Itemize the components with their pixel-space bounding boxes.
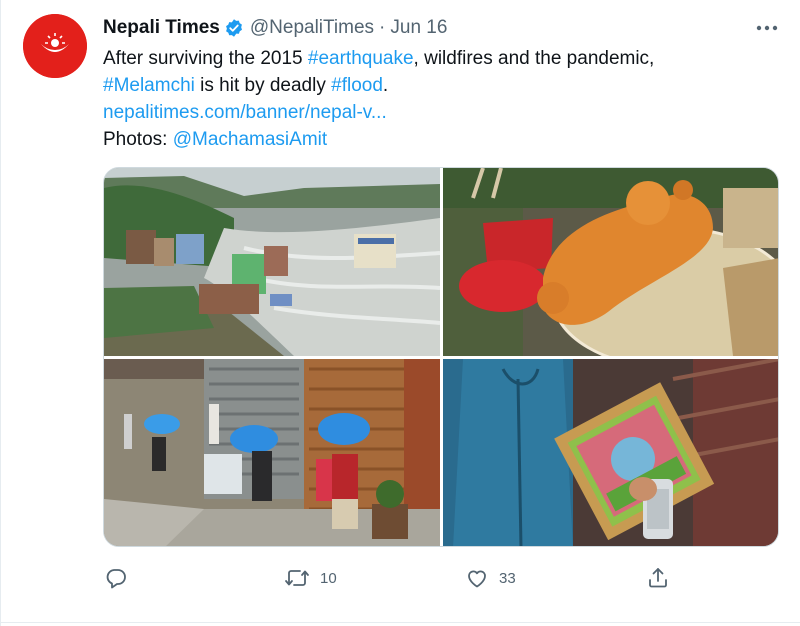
people-carrying-sacks-photo-icon [104, 359, 440, 546]
retweet-count: 10 [320, 569, 337, 587]
share-button[interactable] [646, 565, 680, 591]
flooded-town-photo-icon [104, 168, 440, 356]
author-name[interactable]: Nepali Times [103, 17, 220, 39]
reply-button[interactable] [104, 565, 138, 591]
tweet-text-line-4: Photos: @MachamasiAmit [103, 126, 783, 153]
text-segment: After surviving the 2015 [103, 48, 308, 69]
photo-flooded-town[interactable] [104, 168, 440, 356]
header-separator: · [379, 17, 386, 38]
photo-teddy-bear-debris[interactable] [443, 168, 778, 356]
heart-icon [468, 570, 486, 588]
hashtag-earthquake-link[interactable]: #earthquake [308, 48, 414, 69]
bottom-border [0, 622, 800, 623]
photographer-mention-link[interactable]: @MachamasiAmit [173, 129, 327, 150]
reply-icon [106, 569, 126, 589]
tweet-text-line-2: #Melamchi is hit by deadly #flood. [103, 72, 783, 99]
share-icon [649, 568, 667, 588]
tweet-text-line-3: nepalitimes.com/banner/nepal-v... [103, 99, 783, 126]
more-options-button[interactable] [752, 16, 782, 40]
media-grid [103, 167, 779, 547]
article-link[interactable]: nepalitimes.com/banner/nepal-v... [103, 102, 387, 123]
retweet-icon [285, 570, 309, 586]
hashtag-flood-link[interactable]: #flood [331, 75, 383, 96]
author-handle[interactable]: @NepaliTimes [250, 17, 374, 39]
tweet-date[interactable]: Jun 16 [390, 17, 447, 39]
retweet-button[interactable]: 10 [284, 565, 337, 591]
photo-people-carrying-sacks[interactable] [104, 359, 440, 546]
hashtag-melamchi-link[interactable]: #Melamchi [103, 75, 195, 96]
verified-badge-icon [224, 18, 244, 38]
tweet-header: Nepali Times @NepaliTimes · Jun 16 [103, 16, 447, 40]
avatar[interactable] [23, 14, 87, 78]
text-segment: , wildfires and the pandemic, [413, 48, 655, 69]
teddy-bear-debris-photo-icon [443, 168, 778, 356]
tweet-text-line-1: After surviving the 2015 #earthquake, wi… [103, 45, 783, 72]
text-segment: is hit by deadly [194, 75, 332, 96]
like-button[interactable]: 33 [465, 565, 516, 591]
tweet-text: After surviving the 2015 #earthquake, wi… [103, 45, 783, 153]
like-count: 33 [499, 569, 516, 587]
tweet-action-bar: 10 33 [0, 565, 800, 591]
text-segment: . [382, 75, 389, 96]
framed-painting-photo-icon [443, 359, 778, 546]
photo-framed-painting[interactable] [443, 359, 778, 546]
photos-label: Photos: [103, 129, 173, 150]
more-dots-icon [756, 25, 778, 31]
nepali-times-logo-icon [23, 14, 87, 78]
left-border [0, 0, 1, 626]
